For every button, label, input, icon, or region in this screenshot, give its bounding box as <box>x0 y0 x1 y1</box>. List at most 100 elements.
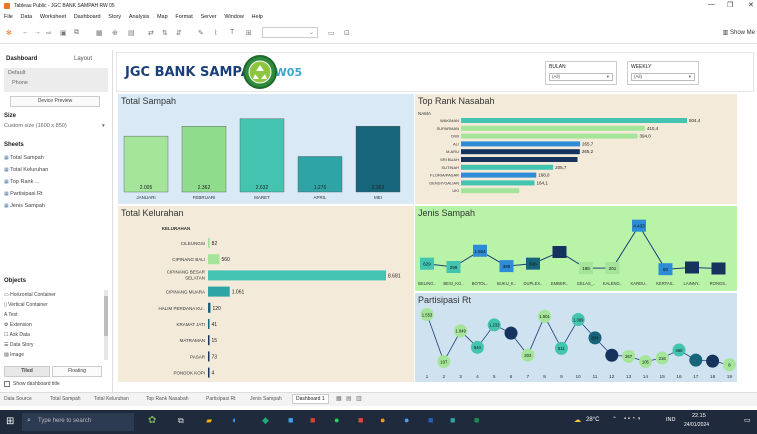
total-kelurahan-chart: KELURAHAN CILEUNGSI 82 CIPINANG BALI 560 CIPI… <box>158 226 401 378</box>
fit-dropdown[interactable]: ⌄ <box>262 27 318 38</box>
x-tick-label: 14 <box>643 374 649 380</box>
new-story-tab-icon[interactable]: ▥ <box>356 395 362 402</box>
object-vertical-container[interactable]: ▯ Vertical Container <box>4 302 48 308</box>
clock-date[interactable]: 24/01/2024 <box>684 422 709 428</box>
group-icon[interactable]: ⌇ <box>214 29 217 37</box>
sheet-tab[interactable]: Partisipasi Rt <box>206 396 235 402</box>
menu-map[interactable]: Map <box>157 14 168 20</box>
new-datasource-icon[interactable]: ⧉ <box>74 29 79 37</box>
bar-total-sampah <box>239 118 285 193</box>
photoshop-icon[interactable]: ■ <box>288 415 293 425</box>
taskbar-search[interactable]: ⌕ Type here to search <box>22 413 134 431</box>
highlight-icon[interactable]: ✎ <box>198 29 204 37</box>
objects-scrollbar[interactable] <box>104 290 108 360</box>
size-dropdown[interactable]: Custom size (1600 x 850) <box>4 123 67 129</box>
x-tick-label: KERTAS.. <box>656 281 675 286</box>
tiled-button[interactable]: Tiled <box>4 366 50 377</box>
show-cards-icon[interactable]: ▭ <box>328 29 335 37</box>
whatsapp-icon[interactable]: ● <box>334 415 339 425</box>
edge-icon[interactable]: ◐ <box>232 415 237 425</box>
new-sheet-icon[interactable]: ▦ <box>96 29 103 37</box>
sheet-item[interactable]: Total Keluruhan <box>4 167 48 173</box>
chevron-down-icon[interactable]: ▾ <box>102 123 105 129</box>
save-icon[interactable]: ▣ <box>60 29 67 37</box>
firefox-icon[interactable]: ● <box>380 415 385 425</box>
maximize-button[interactable]: ❐ <box>727 1 733 9</box>
show-title-checkbox[interactable] <box>4 381 10 387</box>
word-icon[interactable]: ■ <box>428 415 433 425</box>
filter-weekly-dropdown[interactable]: (All) ▾ <box>631 73 695 81</box>
sheet-item[interactable]: Top Rank ... <box>4 179 39 185</box>
back-icon[interactable]: ← <box>22 29 29 36</box>
tab-dashboard[interactable]: Dashboard <box>6 56 37 62</box>
new-dashboard-tab-icon[interactable]: ▤ <box>346 395 352 402</box>
menu-help[interactable]: Help <box>252 14 263 20</box>
tray-chevron-icon[interactable]: ⌃ <box>612 416 617 423</box>
windows-start-icon[interactable]: ⊞ <box>6 416 14 427</box>
menu-analysis[interactable]: Analysis <box>129 14 149 20</box>
powerpoint-icon[interactable]: ■ <box>310 415 315 425</box>
object-extension[interactable]: ⚙ Extension <box>4 322 32 328</box>
tab-layout[interactable]: Layout <box>74 56 92 62</box>
top-rank-chart: NAMA WAKIMAN 504,4 SUPARMAN 410,4 DWI 394,0 ALI… <box>418 111 701 194</box>
swap-icon[interactable]: ⇄ <box>148 29 154 37</box>
sheet-item[interactable]: Total Sampah <box>4 155 44 161</box>
clock-time[interactable]: 22.15 <box>692 413 706 419</box>
sheet-item[interactable]: Jenis Sampah <box>4 203 45 209</box>
excel-icon[interactable]: ■ <box>474 415 479 425</box>
taskbar-app-icon[interactable]: ◆ <box>262 415 269 426</box>
fix-axes-icon[interactable]: ⊞ <box>246 29 252 37</box>
menu-format[interactable]: Format <box>175 14 192 20</box>
clear-icon[interactable]: ▤ <box>128 29 135 37</box>
data-value-label: 107 <box>440 359 448 364</box>
new-sheet-tab-icon[interactable]: ▦ <box>336 395 342 402</box>
presentation-icon[interactable]: ⊡ <box>344 29 350 37</box>
sheet-item[interactable]: Partisipasi Rt <box>4 191 42 197</box>
task-view-icon[interactable]: ⧉ <box>178 416 184 426</box>
device-phone[interactable]: Phone <box>12 80 28 86</box>
menu-file[interactable]: File <box>4 14 13 20</box>
file-explorer-icon[interactable]: ▰ <box>206 416 212 425</box>
object-data-story[interactable]: ☰ Data Story <box>4 342 34 348</box>
redo-icon[interactable]: ⇨ <box>46 29 52 37</box>
object-horizontal-container[interactable]: ▭ Horizontal Container <box>4 292 56 298</box>
app-icon[interactable]: ✿ <box>148 415 156 426</box>
object-ask-data[interactable]: ☐ Ask Data <box>4 332 30 338</box>
device-preview-button[interactable]: Device Preview <box>10 96 100 107</box>
menu-server[interactable]: Server <box>200 14 216 20</box>
menu-story[interactable]: Story <box>108 14 121 20</box>
filter-bulan-dropdown[interactable]: (All) ▾ <box>549 73 613 81</box>
device-default[interactable]: Default <box>8 70 25 76</box>
menu-dashboard[interactable]: Dashboard <box>74 14 101 20</box>
weather-temp[interactable]: 28°C <box>586 417 599 423</box>
tableau-logo-icon[interactable]: ✻ <box>6 29 12 37</box>
language-indicator[interactable]: IND <box>666 417 675 423</box>
tableau-taskbar-icon[interactable]: ■ <box>450 415 455 425</box>
dashboard-tab-active[interactable]: Dashboard 1 <box>292 394 329 404</box>
office-icon[interactable]: ■ <box>358 415 363 425</box>
minimize-button[interactable]: — <box>708 1 715 8</box>
forward-icon[interactable]: → <box>34 29 41 36</box>
duplicate-icon[interactable]: ⊕ <box>112 29 118 37</box>
notification-icon[interactable]: ▭ <box>744 416 751 424</box>
data-point-marker <box>706 354 720 368</box>
object-image[interactable]: ▨ Image <box>4 352 24 358</box>
object-text[interactable]: A Text <box>4 312 18 318</box>
menu-data[interactable]: Data <box>21 14 33 20</box>
close-button[interactable]: ✕ <box>748 1 754 9</box>
menu-worksheet[interactable]: Worksheet <box>40 14 66 20</box>
title-bar: Tableau Public - JGC BANK SAMPAH RW 05 —… <box>0 0 757 12</box>
sort-asc-icon[interactable]: ⇅ <box>162 29 168 37</box>
sheet-tab[interactable]: Total Sampah <box>50 396 81 402</box>
sheet-tab[interactable]: Total Keluruhan <box>94 396 129 402</box>
chrome-icon[interactable]: ● <box>404 415 409 425</box>
labels-icon[interactable]: T <box>230 29 234 36</box>
show-me-button[interactable]: ▥ Show Me <box>723 29 755 36</box>
sort-desc-icon[interactable]: ⇵ <box>176 29 182 37</box>
tray-icons[interactable]: ▪ ▪ ◔ ◑ <box>624 416 641 422</box>
floating-button[interactable]: Floating <box>52 366 102 377</box>
menu-window[interactable]: Window <box>224 14 244 20</box>
sheet-tab[interactable]: Jenis Sampah <box>250 396 282 402</box>
sheet-tab[interactable]: Top Rank Nasabah <box>146 396 189 402</box>
data-source-tab[interactable]: Data Source <box>4 396 32 402</box>
